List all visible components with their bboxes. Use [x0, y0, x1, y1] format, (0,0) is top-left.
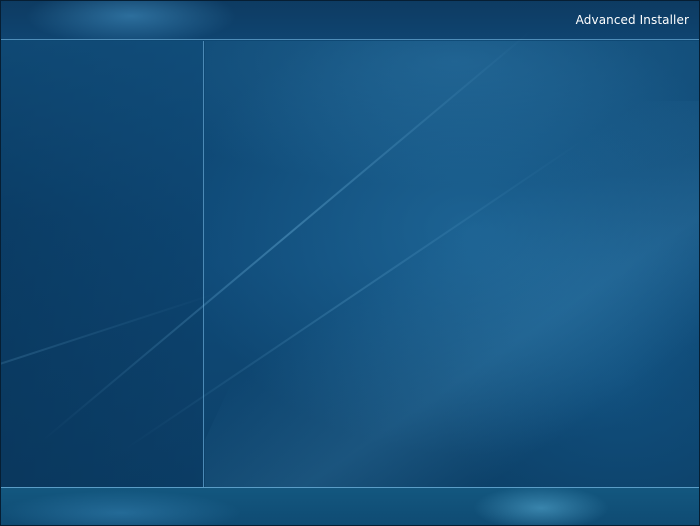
header-bar: Advanced Installer [1, 1, 699, 40]
footer-bar [1, 487, 699, 525]
sidebar-panel [1, 41, 204, 488]
background-light-haze [205, 101, 699, 488]
content-area [205, 41, 699, 488]
installer-window: Advanced Installer [0, 0, 700, 526]
brand-label: Advanced Installer [575, 13, 689, 27]
